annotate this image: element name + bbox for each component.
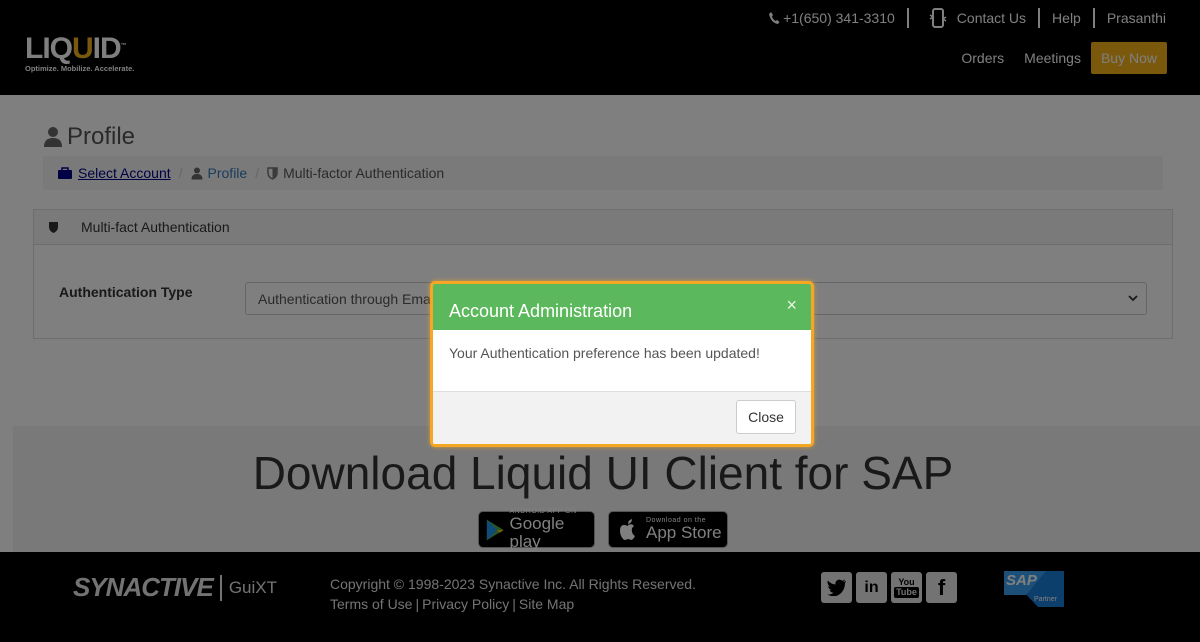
close-icon[interactable]: × (786, 296, 797, 314)
modal-message: Your Authentication preference has been … (449, 345, 760, 361)
account-administration-dialog: Account Administration × Your Authentica… (430, 281, 814, 447)
modal-footer: Close (433, 392, 811, 444)
close-button[interactable]: Close (736, 400, 796, 434)
modal-header: Account Administration × (433, 284, 811, 330)
modal-title: Account Administration (449, 301, 633, 321)
modal-body: Your Authentication preference has been … (433, 330, 811, 392)
